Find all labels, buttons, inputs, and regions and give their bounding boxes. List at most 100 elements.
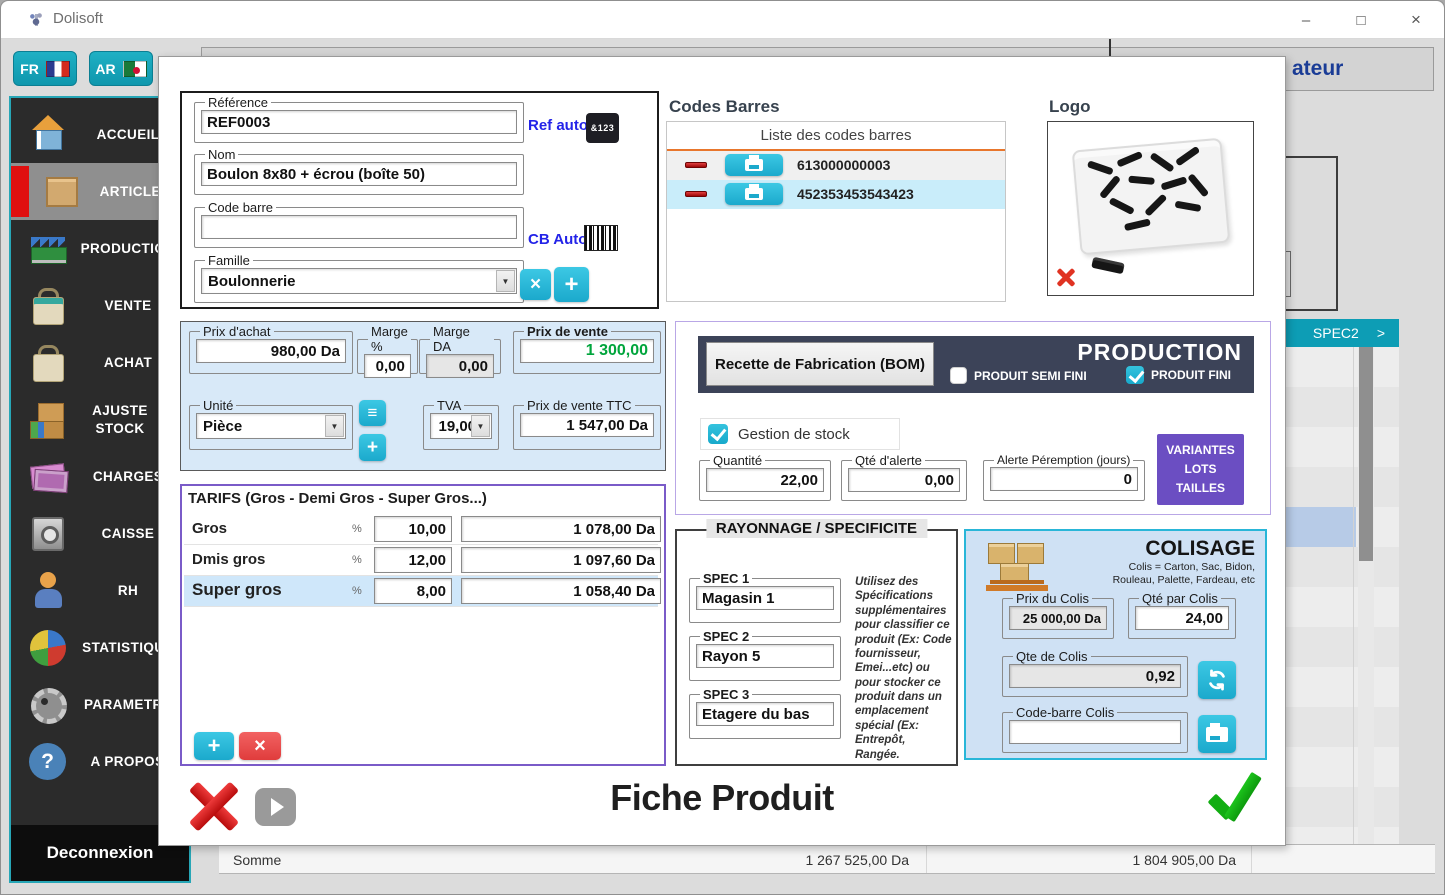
- unite-list-button[interactable]: ≡: [359, 400, 386, 426]
- maximize-button[interactable]: □: [1346, 8, 1376, 32]
- minimize-button[interactable]: –: [1291, 8, 1321, 32]
- barcode-icon[interactable]: [584, 225, 618, 251]
- prix-vente-input[interactable]: [520, 339, 654, 363]
- unite-label: Unité: [200, 398, 236, 413]
- barcode-input[interactable]: [201, 215, 517, 239]
- unite-add-button[interactable]: +: [359, 434, 386, 461]
- close-button[interactable]: ×: [1401, 8, 1431, 32]
- chevron-down-icon: ▼: [325, 415, 344, 437]
- code-barre-label: Code barre: [205, 200, 276, 215]
- tarif-price-input[interactable]: [461, 578, 661, 604]
- printer-icon: [1206, 727, 1228, 742]
- tarif-row-super-gros[interactable]: Super gros %: [184, 576, 658, 607]
- fini-label: PRODUIT FINI: [1151, 368, 1231, 382]
- tarif-delete-button[interactable]: ×: [239, 732, 281, 760]
- codes-barres-list-header: Liste des codes barres: [667, 122, 1005, 151]
- lang-fr-button[interactable]: FR: [13, 51, 77, 86]
- variantes-line: VARIANTES: [1157, 441, 1244, 460]
- alerte-peremption-input[interactable]: [990, 467, 1138, 491]
- tarif-row-demi-gros[interactable]: Dmis gros %: [184, 545, 658, 576]
- marge-da-input[interactable]: [426, 354, 494, 378]
- spec2-input[interactable]: [696, 644, 834, 668]
- codes-barres-title: Codes Barres: [669, 97, 780, 117]
- tarif-price-input[interactable]: [461, 516, 661, 542]
- qte-colis-label: Qte de Colis: [1013, 649, 1091, 664]
- spec3-input[interactable]: [696, 702, 834, 726]
- barcode-row[interactable]: 613000000003: [667, 151, 1005, 180]
- marge-da-label: Marge DA: [430, 324, 494, 354]
- delete-photo-icon[interactable]: [1056, 267, 1076, 287]
- tarif-price-input[interactable]: [461, 547, 661, 573]
- gestion-stock-option[interactable]: Gestion de stock: [700, 418, 900, 450]
- person-icon: [27, 570, 69, 612]
- product-photo[interactable]: [1047, 121, 1254, 296]
- produit-semi-fini-option[interactable]: PRODUIT SEMI FINI: [950, 367, 1087, 384]
- marge-pct-input[interactable]: [364, 354, 411, 378]
- checkbox-unchecked-icon[interactable]: [950, 367, 967, 384]
- qte-alerte-input[interactable]: [848, 468, 960, 492]
- algeria-flag-icon: [123, 61, 147, 77]
- product-name-input[interactable]: [201, 162, 517, 186]
- factory-icon: [27, 228, 69, 270]
- quantite-input[interactable]: [706, 468, 824, 492]
- rayonnage-title: RAYONNAGE / SPECIFICITE: [706, 519, 927, 538]
- qte-colis-input[interactable]: [1009, 664, 1181, 688]
- percent-sign: %: [352, 554, 362, 566]
- barcode-row-selected[interactable]: 452353453543423: [667, 180, 1005, 209]
- code-barre-colis-input[interactable]: [1009, 720, 1181, 744]
- produit-fini-option[interactable]: PRODUIT FINI: [1126, 366, 1231, 384]
- print-colis-button[interactable]: [1198, 715, 1236, 753]
- recalc-colis-button[interactable]: [1198, 661, 1236, 699]
- refresh-icon: [1206, 669, 1228, 691]
- prix-vente-ttc-input[interactable]: [520, 413, 654, 437]
- cb-auto-label: CB Auto: [528, 231, 587, 248]
- famille-add-button[interactable]: +: [554, 267, 589, 302]
- ref-auto-button[interactable]: &123: [586, 113, 619, 143]
- tarif-row-gros[interactable]: Gros %: [184, 514, 658, 545]
- tva-label: TVA: [434, 398, 464, 413]
- spec3-label: SPEC 3: [700, 687, 752, 702]
- checkbox-checked-icon[interactable]: [708, 424, 728, 444]
- unite-value: Pièce: [203, 418, 242, 435]
- tarif-percent-input[interactable]: [374, 578, 452, 604]
- scrollbar-thumb[interactable]: [1359, 347, 1373, 561]
- lang-ar-button[interactable]: AR: [89, 51, 153, 86]
- gestion-stock-label: Gestion de stock: [738, 426, 850, 443]
- validate-save-button[interactable]: [1203, 765, 1267, 831]
- famille-select[interactable]: Boulonnerie ▼: [201, 268, 517, 294]
- gear-icon: [27, 684, 69, 726]
- tva-select[interactable]: 19,00 ▼: [430, 413, 492, 439]
- tarif-percent-input[interactable]: [374, 547, 452, 573]
- semi-fini-label: PRODUIT SEMI FINI: [974, 369, 1087, 383]
- prix-colis-input[interactable]: [1009, 606, 1107, 630]
- print-barcode-button[interactable]: [725, 183, 783, 205]
- variantes-lots-tailles-button[interactable]: VARIANTES LOTS TAILLES: [1157, 434, 1244, 505]
- bolts-box-image: [1072, 138, 1231, 256]
- remove-icon[interactable]: [685, 191, 707, 197]
- barcode-value: 452353453543423: [797, 180, 914, 209]
- marge-pct-label: Marge %: [368, 324, 411, 354]
- fiche-produit-dialog: Référence Nom Code barre Famille Boulonn…: [158, 56, 1286, 846]
- famille-clear-button[interactable]: ×: [520, 269, 551, 300]
- logo-title: Logo: [1049, 97, 1091, 117]
- tarif-percent-input[interactable]: [374, 516, 452, 542]
- tarif-add-button[interactable]: +: [194, 732, 234, 760]
- single-bolt-image: [1091, 257, 1125, 274]
- bom-button[interactable]: Recette de Fabrication (BOM): [706, 342, 934, 386]
- famille-value: Boulonnerie: [208, 273, 296, 290]
- checkbox-checked-icon[interactable]: [1126, 366, 1144, 384]
- variantes-line: LOTS: [1157, 460, 1244, 479]
- window-title: Dolisoft: [53, 10, 103, 27]
- printer-icon: [745, 159, 763, 171]
- remove-icon[interactable]: [685, 162, 707, 168]
- reference-input[interactable]: [201, 110, 517, 134]
- print-barcode-button[interactable]: [725, 154, 783, 176]
- prix-achat-input[interactable]: [196, 339, 346, 363]
- qte-par-colis-input[interactable]: [1135, 606, 1229, 630]
- unite-select[interactable]: Pièce ▼: [196, 413, 346, 439]
- codes-barres-list: Liste des codes barres 613000000003 4523…: [666, 121, 1006, 302]
- qte-par-colis-label: Qté par Colis: [1139, 591, 1221, 606]
- tarifs-title: TARIFS (Gros - Demi Gros - Super Gros...…: [188, 490, 487, 507]
- totals-row: Somme 1 267 525,00 Da 1 804 905,00 Da: [219, 844, 1435, 874]
- spec1-input[interactable]: [696, 586, 834, 610]
